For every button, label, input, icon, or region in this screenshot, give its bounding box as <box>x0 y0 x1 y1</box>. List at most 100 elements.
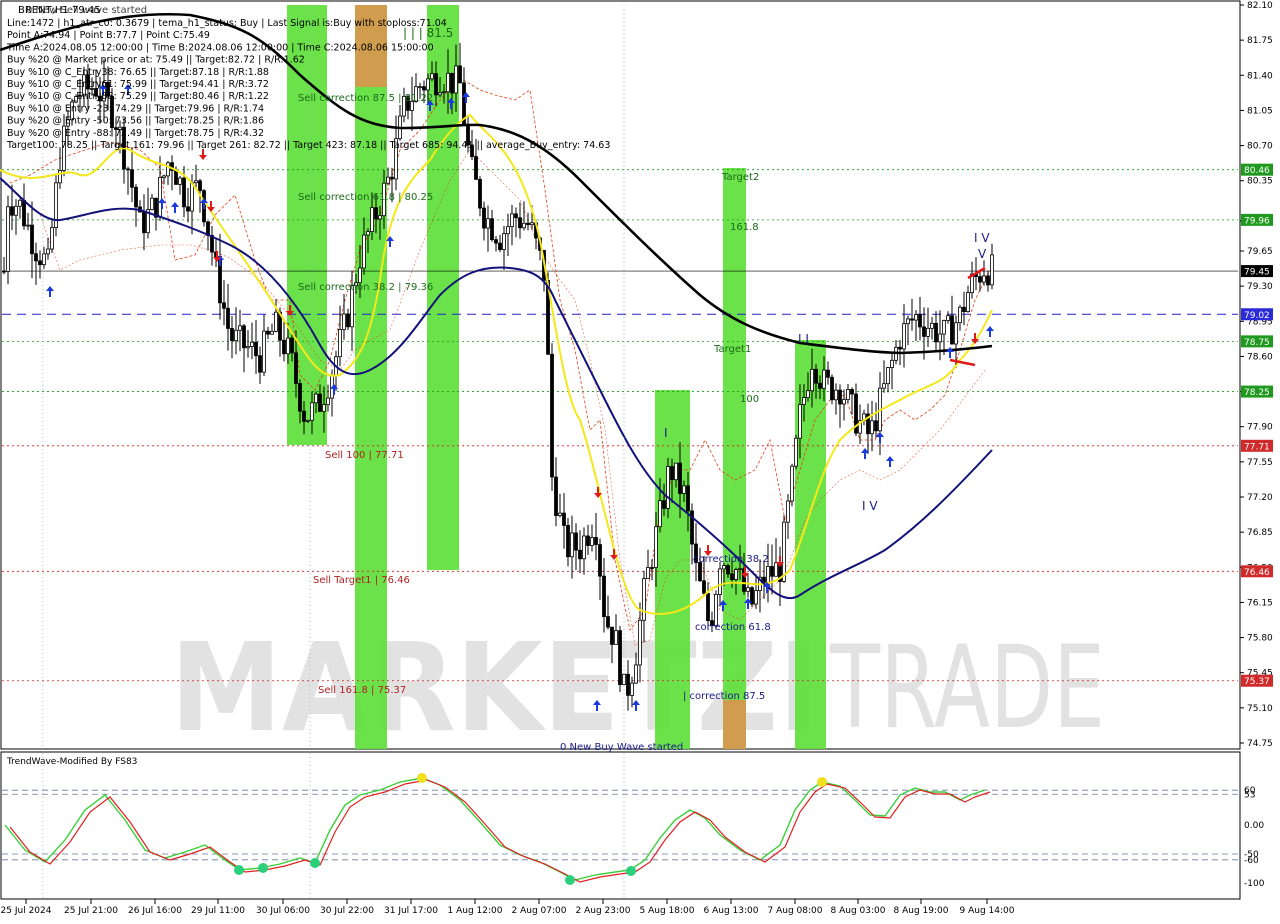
candle-body <box>390 176 394 180</box>
candle-body <box>2 270 6 273</box>
candle-body <box>826 369 830 378</box>
candle-body <box>822 369 826 389</box>
candle-body <box>814 368 818 384</box>
candle-body <box>686 485 690 512</box>
price-tick-label: 81.75 <box>1247 36 1273 46</box>
candle-body <box>526 222 530 226</box>
chart-annotation: | correction 87.5 <box>683 691 765 702</box>
price-tick-label: 82.10 <box>1247 1 1273 11</box>
candle-body <box>638 619 642 666</box>
candle-body <box>366 231 370 236</box>
candle-body <box>10 206 14 216</box>
candle-body <box>986 275 990 286</box>
candle-body <box>430 73 434 80</box>
time-tick-label: 1 Aug 12:00 <box>448 906 503 916</box>
info-line: Time A:2024.08.05 12:00:00 | Time B:2024… <box>6 42 434 53</box>
candle-body <box>518 217 522 229</box>
info-line: Buy %10 @ C_Entry38: 76.65 || Target:87.… <box>7 67 269 78</box>
info-line: Buy %20 @ Entry -50: 73.56 || Target:78.… <box>7 116 264 127</box>
chart-annotation: I I <box>798 332 809 346</box>
time-axis[interactable]: 25 Jul 2024 25 Jul 21:00 26 Jul 16:00 29 Ju… <box>1 899 1015 916</box>
candle-body <box>642 578 646 621</box>
candle-body <box>522 222 526 229</box>
candle-body <box>298 383 302 412</box>
candle-body <box>446 72 450 93</box>
price-tick-label: 81.40 <box>1247 71 1273 81</box>
candle-body <box>182 177 186 208</box>
candle <box>54 174 58 237</box>
price-level-badge-label: 79.45 <box>1244 268 1270 278</box>
price-tick-label: 79.30 <box>1247 282 1273 292</box>
candle-body <box>230 328 234 342</box>
candle-body <box>422 86 426 91</box>
candle-body <box>34 253 38 262</box>
price-level-badge-label: 80.46 <box>1244 166 1270 176</box>
candle-body <box>174 170 178 185</box>
candle-body <box>550 353 554 478</box>
time-tick-label: 30 Jul 22:00 <box>320 906 374 916</box>
candle-body <box>930 322 934 329</box>
candle-body <box>934 322 938 343</box>
info-line: Buy %10 @ C_Entry88: 75.29 || Target:80.… <box>7 91 269 102</box>
price-level-badge-label: 76.46 <box>1244 568 1270 578</box>
candle-body <box>818 382 822 389</box>
price-chart[interactable]: MARKETZI TRADE | | | 81.5Sell correction… <box>0 0 1280 920</box>
candle-body <box>666 466 670 509</box>
candle-body <box>978 276 982 283</box>
candle-body <box>626 673 630 696</box>
time-tick-label: 2 Aug 07:00 <box>512 906 567 916</box>
signal-zone <box>723 700 746 749</box>
candle-body <box>498 242 502 250</box>
candle-body <box>234 329 238 342</box>
time-tick-label: 9 Aug 14:00 <box>960 906 1015 916</box>
candle-body <box>738 568 742 571</box>
candle <box>782 515 786 583</box>
indicator-tick-label: -60 <box>1244 856 1259 866</box>
candle-body <box>754 590 758 605</box>
candle-body <box>834 389 838 401</box>
price-level-badge-label: 77.71 <box>1244 442 1270 452</box>
candle-body <box>242 325 246 349</box>
signal-zone <box>287 5 327 445</box>
candle-body <box>570 532 574 558</box>
candle-body <box>282 339 286 355</box>
candle-body <box>318 393 322 412</box>
candle-body <box>294 352 298 384</box>
indicator-tick-label: -100 <box>1244 879 1265 889</box>
candle-body <box>830 376 834 401</box>
candle-body <box>590 537 594 546</box>
overlay-title: 0 New Sell wave started <box>26 5 147 16</box>
price-axis[interactable]: 82.1081.7581.4081.0580.7080.3579.9579.65… <box>1240 1 1273 749</box>
candle-body <box>250 341 254 347</box>
candle-body <box>946 315 950 321</box>
candle-body <box>178 177 182 185</box>
candle-body <box>746 587 750 592</box>
info-line: Line:1472 | h1_atr_c0: 0.3679 | tema_h1_… <box>7 18 447 29</box>
info-line: Target100: 78.25 || Target 161: 79.96 ||… <box>6 140 610 151</box>
candle-body <box>918 314 922 328</box>
candle-body <box>326 397 330 406</box>
candle-body <box>958 306 962 324</box>
candle-body <box>378 215 382 220</box>
candle <box>790 463 794 507</box>
candle-body <box>982 275 986 283</box>
time-tick-label: 2 Aug 23:00 <box>576 906 631 916</box>
candle-body <box>558 512 562 516</box>
candle-body <box>618 630 622 686</box>
chart-annotation: Sell correction 61.8 | 80.25 <box>298 192 433 203</box>
price-level-badge-label: 79.02 <box>1244 311 1270 321</box>
chart-annotation: I V <box>862 499 878 513</box>
candle-body <box>166 162 170 177</box>
time-tick-label: 7 Aug 08:00 <box>768 906 823 916</box>
candle-body <box>314 393 318 404</box>
price-tick-label: 77.20 <box>1247 493 1273 503</box>
candle-body <box>126 168 130 171</box>
price-tick-label: 76.15 <box>1247 598 1273 608</box>
candle-body <box>674 462 678 481</box>
time-tick-label: 5 Aug 18:00 <box>640 906 695 916</box>
price-tick-label: 76.85 <box>1247 528 1273 538</box>
candle-body <box>730 573 734 580</box>
price-tick-label: 78.60 <box>1247 352 1273 362</box>
candle-body <box>494 239 498 244</box>
candle-body <box>434 73 438 96</box>
